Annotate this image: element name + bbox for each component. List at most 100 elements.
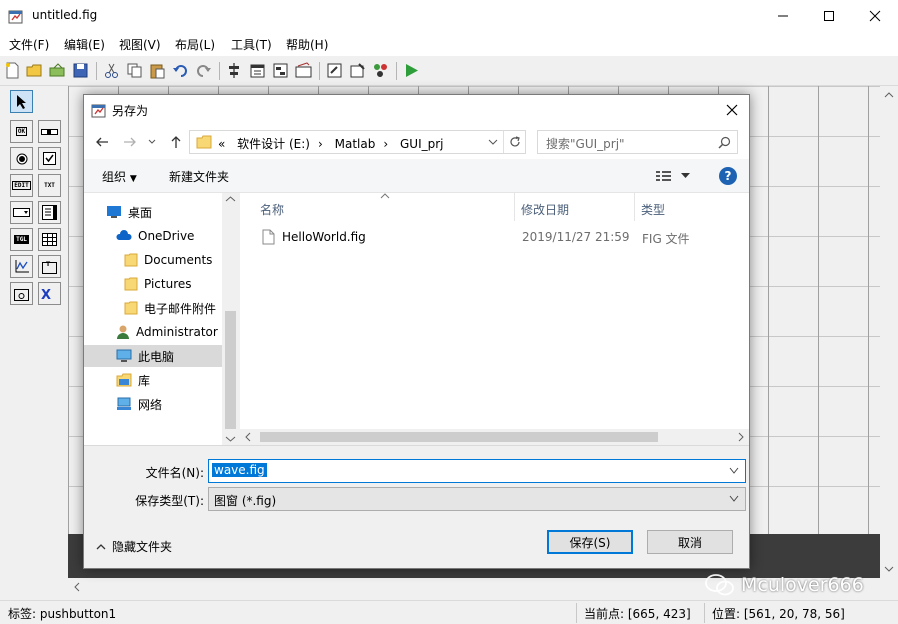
property-inspector-icon[interactable] bbox=[349, 62, 366, 79]
back-button[interactable] bbox=[93, 133, 111, 151]
open-folder-icon[interactable] bbox=[26, 62, 43, 79]
column-header-type[interactable]: 类型 bbox=[641, 201, 665, 218]
open-arrow-icon[interactable] bbox=[49, 62, 66, 79]
recent-locations-button[interactable] bbox=[146, 133, 158, 151]
sort-ascending-icon bbox=[380, 193, 390, 199]
nav-item-this-pc[interactable]: 此电脑 bbox=[84, 345, 222, 367]
menu-help[interactable]: 帮助(H) bbox=[286, 36, 328, 53]
organize-button[interactable]: 组织 ▼ bbox=[102, 168, 137, 185]
edit-text-tool[interactable]: EDIT bbox=[10, 174, 33, 197]
help-icon[interactable]: ? bbox=[719, 167, 737, 185]
paste-icon[interactable] bbox=[149, 62, 166, 79]
toolbar-editor-icon[interactable] bbox=[295, 62, 312, 79]
new-folder-button[interactable]: 新建文件夹 bbox=[169, 168, 229, 185]
address-bar[interactable]: « 软件设计 (E:) › Matlab › GUI_prj bbox=[189, 130, 526, 154]
minimize-button[interactable] bbox=[760, 0, 806, 32]
axes-tool[interactable] bbox=[10, 255, 33, 278]
search-box[interactable]: 搜索"GUI_prj" bbox=[537, 130, 738, 154]
run-icon[interactable] bbox=[403, 62, 420, 79]
file-list-horizontal-scrollbar[interactable] bbox=[240, 429, 749, 445]
align-objects-icon[interactable] bbox=[226, 62, 243, 79]
scroll-right-icon[interactable] bbox=[737, 432, 745, 442]
nav-item-administrator[interactable]: Administrator bbox=[116, 321, 222, 343]
file-row[interactable]: HelloWorld.fig 2019/11/27 21:59 FIG 文件 bbox=[258, 227, 738, 249]
hide-folders-toggle[interactable]: 隐藏文件夹 bbox=[96, 538, 172, 555]
close-window-button[interactable] bbox=[852, 0, 898, 32]
close-icon bbox=[869, 10, 881, 22]
scroll-up-icon[interactable] bbox=[225, 195, 236, 203]
undo-icon[interactable] bbox=[172, 62, 189, 79]
nav-item-label: 桌面 bbox=[128, 205, 153, 220]
save-button[interactable]: 保存(S) bbox=[547, 530, 633, 554]
canvas-vertical-scrollbar[interactable] bbox=[880, 86, 898, 578]
menu-editor-icon[interactable] bbox=[249, 62, 266, 79]
scroll-down-icon[interactable] bbox=[880, 562, 898, 576]
checkbox-tool[interactable] bbox=[38, 147, 61, 170]
nav-item-pictures[interactable]: Pictures bbox=[124, 273, 216, 295]
scrollbar-thumb[interactable] bbox=[260, 432, 658, 442]
cut-icon[interactable] bbox=[103, 62, 120, 79]
popup-menu-tool[interactable] bbox=[10, 201, 33, 224]
listbox-tool[interactable] bbox=[38, 201, 61, 224]
nav-item-desktop[interactable]: 桌面 bbox=[106, 201, 216, 223]
chevron-down-icon[interactable] bbox=[729, 467, 739, 475]
address-segment-drive[interactable]: 软件设计 (E:) bbox=[237, 137, 310, 151]
column-divider[interactable] bbox=[514, 193, 515, 221]
svg-text:X: X bbox=[41, 288, 51, 301]
scrollbar-thumb[interactable] bbox=[225, 311, 236, 429]
table-tool[interactable] bbox=[38, 228, 61, 251]
address-overflow[interactable]: « bbox=[218, 137, 225, 151]
object-browser-icon[interactable] bbox=[372, 62, 389, 79]
refresh-icon[interactable] bbox=[508, 135, 522, 149]
filetype-select[interactable]: 图窗 (*.fig) bbox=[208, 487, 746, 511]
static-text-tool[interactable]: TXT bbox=[38, 174, 61, 197]
nav-item-network[interactable]: 网络 bbox=[116, 393, 216, 415]
cancel-button[interactable]: 取消 bbox=[647, 530, 733, 554]
slider-tool[interactable] bbox=[38, 120, 61, 143]
computer-icon bbox=[116, 349, 132, 362]
menu-layout[interactable]: 布局(L) bbox=[175, 36, 215, 53]
new-file-icon[interactable] bbox=[4, 62, 21, 79]
copy-icon[interactable] bbox=[126, 62, 143, 79]
tab-order-icon[interactable] bbox=[272, 62, 289, 79]
panel-tool[interactable]: T bbox=[38, 255, 61, 278]
maximize-button[interactable] bbox=[806, 0, 852, 32]
menu-view[interactable]: 视图(V) bbox=[119, 36, 161, 53]
editor-icon[interactable] bbox=[326, 62, 343, 79]
scroll-down-icon[interactable] bbox=[225, 435, 236, 443]
nav-item-onedrive[interactable]: OneDrive bbox=[116, 225, 216, 247]
dialog-close-button[interactable] bbox=[721, 99, 743, 121]
filetype-label: 保存类型(T): bbox=[135, 494, 204, 508]
menu-file[interactable]: 文件(F) bbox=[9, 36, 49, 53]
address-segment-gui-prj[interactable]: GUI_prj bbox=[400, 137, 444, 151]
activex-tool[interactable]: X bbox=[38, 282, 61, 305]
forward-button[interactable] bbox=[121, 133, 139, 151]
radiobutton-tool[interactable] bbox=[10, 147, 33, 170]
redo-icon[interactable] bbox=[195, 62, 212, 79]
navigation-pane-scrollbar[interactable] bbox=[222, 193, 239, 445]
status-current-point: 当前点: [665, 423] bbox=[584, 607, 691, 621]
column-header-name[interactable]: 名称 bbox=[260, 201, 284, 218]
chevron-down-icon[interactable] bbox=[488, 139, 498, 146]
filename-input[interactable]: wave.fig bbox=[208, 459, 746, 483]
scroll-left-icon[interactable] bbox=[244, 432, 252, 442]
toggle-button-tool[interactable]: TGL bbox=[10, 228, 33, 251]
axes-icon bbox=[15, 260, 29, 273]
nav-item-libraries[interactable]: 库 bbox=[116, 369, 216, 391]
scroll-up-icon[interactable] bbox=[880, 88, 898, 102]
change-view-button[interactable] bbox=[655, 169, 695, 185]
file-list-pane: 名称 修改日期 类型 HelloWorld.fig 2019/11/27 21:… bbox=[240, 193, 749, 445]
nav-item-email-attachments[interactable]: 电子邮件附件 bbox=[124, 297, 222, 319]
menu-tools[interactable]: 工具(T) bbox=[231, 36, 272, 53]
save-icon[interactable] bbox=[72, 62, 89, 79]
column-header-date[interactable]: 修改日期 bbox=[521, 201, 569, 218]
select-tool-button[interactable] bbox=[10, 90, 33, 113]
nav-item-documents[interactable]: Documents bbox=[124, 249, 216, 271]
menu-edit[interactable]: 编辑(E) bbox=[64, 36, 105, 53]
up-button[interactable] bbox=[167, 133, 185, 151]
address-segment-matlab[interactable]: Matlab bbox=[335, 137, 376, 151]
scroll-left-icon[interactable] bbox=[70, 578, 84, 596]
pushbutton-tool[interactable]: OK bbox=[10, 120, 33, 143]
column-divider[interactable] bbox=[634, 193, 635, 221]
button-group-tool[interactable] bbox=[10, 282, 33, 305]
